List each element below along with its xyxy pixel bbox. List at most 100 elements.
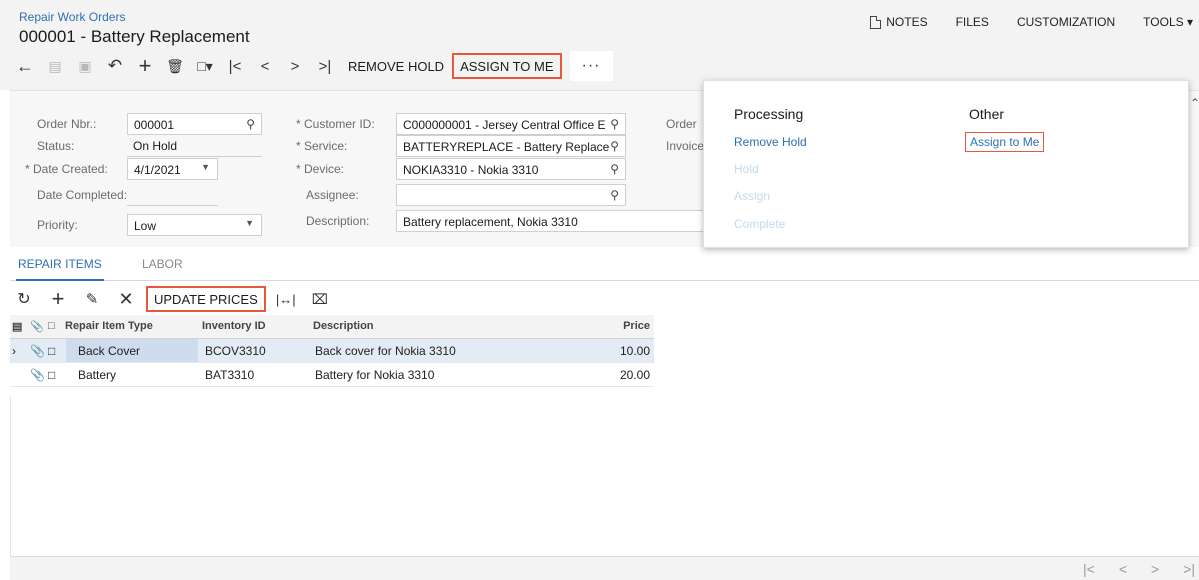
fit-columns-icon[interactable]: |↔|: [272, 286, 300, 312]
menu-item-hold[interactable]: Hold: [734, 162, 759, 176]
save-icon[interactable]: ▣: [70, 53, 100, 79]
chevron-down-icon[interactable]: ▼: [245, 218, 254, 228]
edit-icon[interactable]: ✎: [78, 286, 106, 312]
menu-item-complete[interactable]: Complete: [734, 217, 785, 231]
main-toolbar: ← ▤ ▣ ↶ + 🗑 □▾ |< < > >| REMOVE HOLD ASS…: [10, 51, 613, 81]
attachment-icon: 📎: [30, 321, 44, 333]
order-nbr-label: Order Nbr.:: [37, 117, 97, 131]
collapse-icon[interactable]: ⌃: [1190, 96, 1199, 110]
assignee-label: Assignee:: [306, 188, 359, 202]
tab-bar: REPAIR ITEMS LABOR: [10, 247, 1199, 281]
menu-item-remove-hold[interactable]: Remove Hold: [734, 135, 807, 149]
order-nbr-value: 000001: [134, 118, 175, 132]
column-header-inventory[interactable]: Inventory ID: [202, 320, 266, 332]
menu-item-assign[interactable]: Assign: [734, 189, 770, 203]
update-prices-button[interactable]: UPDATE PRICES: [146, 286, 266, 312]
delete-icon[interactable]: 🗑: [160, 53, 190, 79]
cell-description[interactable]: Back cover for Nokia 3310: [315, 344, 456, 358]
cell-price[interactable]: 10.00: [570, 344, 650, 358]
table-row[interactable]: 📎 □ Battery BAT3310 Battery for Nokia 33…: [10, 363, 654, 387]
grid-footer: |< < > >|: [10, 556, 1199, 580]
tools-button[interactable]: TOOLS ▾: [1143, 15, 1193, 29]
more-actions-menu: Processing Other Remove Hold Hold Assign…: [703, 80, 1189, 248]
first-icon[interactable]: |<: [220, 53, 250, 79]
notes-label: NOTES: [886, 15, 928, 29]
note-icon: [870, 15, 882, 29]
files-button[interactable]: FILES: [956, 15, 989, 29]
next-page-icon[interactable]: >: [1151, 561, 1159, 577]
description-label: Description:: [306, 214, 370, 228]
add-icon[interactable]: +: [44, 286, 72, 312]
assign-to-me-button[interactable]: ASSIGN TO ME: [452, 53, 562, 79]
column-header-price[interactable]: Price: [570, 320, 650, 332]
cell-inventory[interactable]: BCOV3310: [205, 344, 266, 358]
next-icon[interactable]: >: [280, 53, 310, 79]
search-icon[interactable]: ⚲: [610, 117, 619, 131]
customer-field[interactable]: C000000001 - Jersey Central Office E ⚲: [396, 113, 626, 135]
device-label: * Device:: [296, 162, 345, 176]
invoice-label: Invoice: [666, 139, 705, 153]
row-expand-icon[interactable]: ›: [12, 344, 16, 358]
note-icon[interactable]: □: [48, 344, 55, 358]
service-field[interactable]: BATTERYREPLACE - Battery Replace ⚲: [396, 135, 626, 157]
add-icon[interactable]: +: [130, 53, 160, 79]
cell-type[interactable]: Back Cover: [78, 344, 140, 358]
page-header: Repair Work Orders 000001 - Battery Repl…: [0, 0, 1199, 90]
date-completed-field: [127, 184, 218, 206]
copy-icon[interactable]: ▤: [40, 53, 70, 79]
date-created-label: * Date Created:: [25, 162, 108, 176]
attachment-icon[interactable]: 📎: [30, 344, 45, 358]
row-selector-icon[interactable]: ▤: [12, 320, 22, 333]
device-value: NOKIA3310 - Nokia 3310: [403, 163, 539, 177]
cell-inventory[interactable]: BAT3310: [205, 368, 254, 382]
refresh-icon[interactable]: ↻: [10, 286, 38, 312]
priority-label: Priority:: [37, 218, 78, 232]
date-created-value: 4/1/2021: [134, 163, 181, 177]
last-icon[interactable]: >|: [310, 53, 340, 79]
page-title: 000001 - Battery Replacement: [19, 27, 250, 46]
search-icon[interactable]: ⚲: [610, 162, 619, 176]
first-page-icon[interactable]: |<: [1083, 561, 1095, 577]
pager: |< < > >|: [1059, 561, 1195, 577]
service-value: BATTERYREPLACE - Battery Replace: [403, 140, 610, 154]
last-page-icon[interactable]: >|: [1183, 561, 1195, 577]
customization-button[interactable]: CUSTOMIZATION: [1017, 15, 1115, 29]
chevron-down-icon[interactable]: ▼: [201, 162, 210, 172]
prev-page-icon[interactable]: <: [1119, 561, 1127, 577]
tab-labor[interactable]: LABOR: [142, 257, 183, 271]
excel-icon[interactable]: ⌧: [306, 286, 334, 312]
prev-icon[interactable]: <: [250, 53, 280, 79]
customer-label: * Customer ID:: [296, 117, 375, 131]
service-label: * Service:: [296, 139, 348, 153]
assignee-field[interactable]: ⚲: [396, 184, 626, 206]
date-created-field[interactable]: 4/1/2021 ▼: [127, 158, 218, 180]
cell-price[interactable]: 20.00: [570, 368, 650, 382]
description-field[interactable]: Battery replacement, Nokia 3310: [396, 210, 716, 232]
search-icon[interactable]: ⚲: [246, 117, 255, 131]
cell-type[interactable]: Battery: [78, 368, 116, 382]
order-label: Order: [666, 117, 697, 131]
column-header-description[interactable]: Description: [313, 320, 374, 332]
clipboard-icon[interactable]: □▾: [190, 53, 220, 79]
close-icon[interactable]: ✕: [112, 286, 140, 312]
more-actions-button[interactable]: ···: [569, 51, 613, 81]
priority-select[interactable]: Low ▼: [127, 214, 262, 236]
notes-button[interactable]: NOTES: [870, 15, 928, 29]
cell-description[interactable]: Battery for Nokia 3310: [315, 368, 434, 382]
back-arrow-icon[interactable]: ←: [10, 53, 40, 79]
search-icon[interactable]: ⚲: [610, 139, 619, 153]
table-row[interactable]: › 📎 □ Back Cover BCOV3310 Back cover for…: [10, 339, 654, 363]
order-nbr-field[interactable]: 000001 ⚲: [127, 113, 262, 135]
attachment-icon[interactable]: 📎: [30, 368, 45, 382]
search-icon[interactable]: ⚲: [610, 188, 619, 202]
priority-value: Low: [134, 219, 157, 233]
undo-icon[interactable]: ↶: [100, 53, 130, 79]
remove-hold-button[interactable]: REMOVE HOLD: [340, 53, 452, 79]
column-header-type[interactable]: Repair Item Type: [65, 320, 153, 332]
grid-empty-area: [10, 396, 1199, 556]
breadcrumb[interactable]: Repair Work Orders: [19, 10, 125, 24]
menu-item-assign-to-me[interactable]: Assign to Me: [965, 132, 1045, 152]
device-field[interactable]: NOKIA3310 - Nokia 3310 ⚲: [396, 158, 626, 180]
tab-repair-items[interactable]: REPAIR ITEMS: [16, 257, 104, 281]
note-icon[interactable]: □: [48, 368, 55, 382]
